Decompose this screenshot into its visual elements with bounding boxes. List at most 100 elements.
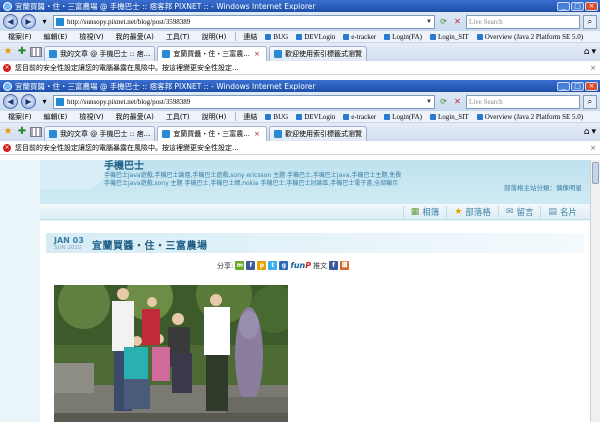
link-devlogin[interactable]: DEVLogin [292, 33, 339, 41]
maximize-button[interactable]: □ [571, 1, 584, 11]
twitter-icon[interactable]: t [268, 261, 278, 270]
menu-favorites[interactable]: 我的最愛(A) [110, 32, 160, 42]
minimize-button[interactable]: _ [557, 81, 570, 91]
link-icon [265, 33, 272, 40]
link-devlogin[interactable]: DEVLogin [292, 113, 339, 121]
security-infobar[interactable]: × 您目前的安全性設定讓您的電腦暴露在風險中。按這裡變更安全性設定... × [0, 141, 600, 155]
ie-logo-icon [3, 81, 12, 91]
tab-welcome[interactable]: 歡迎使用索引標籤式瀏覽 [268, 126, 367, 141]
add-favorite-icon[interactable]: ✚ [16, 45, 28, 59]
links-label[interactable]: 連結 [239, 32, 261, 42]
tab-sanfu-farm[interactable]: 宜蘭買醬・住・三富農... × [157, 126, 267, 141]
favorites-star-icon[interactable]: ★ [2, 125, 14, 139]
tab-favicon-icon [273, 130, 282, 138]
tab-welcome[interactable]: 歡迎使用索引標籤式瀏覽 [268, 46, 367, 61]
link-etracker[interactable]: e-tracker [339, 113, 380, 121]
link-java-overview[interactable]: Overview (Java 2 Platform SE 5.0) [473, 113, 587, 121]
maximize-button[interactable]: □ [571, 81, 584, 91]
share-icon-5[interactable]: g [279, 261, 289, 270]
guestbook-link[interactable]: ✉ 留言 [497, 205, 541, 218]
links-label[interactable]: 連結 [239, 112, 261, 122]
favorites-star-icon[interactable]: ★ [2, 45, 14, 59]
menu-separator [235, 32, 237, 41]
blog-title[interactable]: 手機巴士 [104, 160, 144, 172]
link-login-fa[interactable]: Login(FA) [380, 113, 426, 121]
link-login-sit[interactable]: Login_SIT [426, 33, 473, 41]
infobar-close-icon[interactable]: × [590, 144, 596, 152]
menu-tools[interactable]: 工具(T) [160, 32, 196, 42]
card-link[interactable]: ▤ 名片 [540, 205, 584, 218]
menu-edit[interactable]: 編輯(E) [38, 32, 74, 42]
menu-file[interactable]: 檔案(F) [2, 32, 38, 42]
back-arrow-icon[interactable]: ◀ [3, 14, 18, 29]
link-login-fa[interactable]: Login(FA) [380, 33, 426, 41]
address-field[interactable]: http://sunsopy.pixnet.net/blog/post/3598… [53, 94, 435, 109]
close-button[interactable]: × [585, 1, 598, 11]
infobar-close-icon[interactable]: × [590, 64, 596, 72]
dropdown-icon[interactable]: ▾ [39, 16, 50, 27]
minimize-button[interactable]: _ [557, 1, 570, 11]
quick-tabs-icon[interactable] [30, 47, 42, 57]
add-favorite-icon[interactable]: ✚ [16, 125, 28, 139]
refresh-icon[interactable]: ⟳ [438, 16, 449, 27]
menu-help[interactable]: 說明(H) [196, 112, 233, 122]
page-menu-icon[interactable]: ▾ [591, 47, 596, 57]
blog-action-bar: ▦ 相簿 ★ 部落格 ✉ 留言 ▤ 名片 [40, 204, 590, 220]
blog-category[interactable]: 部落格主站分類：偶像明星 [504, 182, 582, 192]
address-dropdown-icon[interactable]: ▼ [424, 99, 434, 105]
home-icon[interactable]: ⌂ [584, 47, 590, 57]
stop-icon[interactable]: ✕ [452, 96, 463, 107]
link-bug[interactable]: BUG [261, 113, 292, 121]
menu-favorites[interactable]: 我的最愛(A) [110, 112, 160, 122]
infobar-text[interactable]: 您目前的安全性設定讓您的電腦暴露在風險中。按這裡變更安全性設定... [15, 143, 239, 153]
address-field[interactable]: http://sunsopy.pixnet.net/blog/post/3598… [53, 14, 435, 29]
search-icon[interactable]: ⌕ [583, 94, 597, 109]
forward-arrow-icon[interactable]: ▶ [21, 94, 36, 109]
tab-my-articles[interactable]: 我的文章 @ 手機巴士 :: 痞... [44, 46, 156, 61]
refresh-icon[interactable]: ⟳ [438, 96, 449, 107]
share-icon-2[interactable]: f [246, 261, 256, 270]
tab-sanfu-farm[interactable]: 宜蘭買醬・住・三富農... × [157, 46, 267, 61]
page-scrollbar[interactable] [590, 160, 600, 422]
quick-tabs-icon[interactable] [30, 127, 42, 137]
funp-label[interactable]: 推文 [313, 261, 327, 271]
security-infobar[interactable]: × 您目前的安全性設定讓您的電腦暴露在風險中。按這裡變更安全性設定... × [0, 61, 600, 75]
album-link[interactable]: ▦ 相簿 [402, 205, 447, 218]
address-url[interactable]: http://sunsopy.pixnet.net/blog/post/3598… [67, 98, 424, 106]
infobar-text[interactable]: 您目前的安全性設定讓您的電腦暴露在風險中。按這裡變更安全性設定... [15, 63, 239, 73]
menu-tools[interactable]: 工具(T) [160, 112, 196, 122]
dropdown-icon[interactable]: ▾ [39, 96, 50, 107]
live-search-input[interactable]: Live Search [466, 14, 580, 29]
link-login-sit[interactable]: Login_SIT [426, 113, 473, 121]
link-icon [384, 33, 391, 40]
menu-help[interactable]: 說明(H) [196, 32, 233, 42]
funp-icon[interactable]: funP [290, 261, 311, 270]
facebook-icon[interactable]: f [329, 261, 339, 270]
address-url[interactable]: http://sunsopy.pixnet.net/blog/post/3598… [67, 18, 424, 26]
menu-view[interactable]: 檢視(V) [73, 32, 109, 42]
page-menu-icon[interactable]: ▾ [591, 127, 596, 137]
share-icon-1[interactable]: m [235, 261, 245, 270]
stop-icon[interactable]: ✕ [452, 16, 463, 27]
live-search-input[interactable]: Live Search [466, 94, 580, 109]
link-bug[interactable]: BUG [261, 33, 292, 41]
back-arrow-icon[interactable]: ◀ [3, 94, 18, 109]
search-icon[interactable]: ⌕ [583, 14, 597, 29]
scrollbar-thumb[interactable] [592, 162, 599, 184]
plurk-icon[interactable]: 讚 [340, 261, 350, 270]
close-button[interactable]: × [585, 81, 598, 91]
menu-file[interactable]: 檔案(F) [2, 112, 38, 122]
post-title[interactable]: 宜蘭買醬・住・三富農場 [92, 237, 208, 252]
home-icon[interactable]: ⌂ [584, 127, 590, 137]
link-etracker[interactable]: e-tracker [339, 33, 380, 41]
menu-edit[interactable]: 編輯(E) [38, 112, 74, 122]
link-java-overview[interactable]: Overview (Java 2 Platform SE 5.0) [473, 33, 587, 41]
close-tab-icon[interactable]: × [252, 130, 262, 138]
share-icon-3[interactable]: p [257, 261, 267, 270]
close-tab-icon[interactable]: × [252, 50, 262, 58]
menu-view[interactable]: 檢視(V) [73, 112, 109, 122]
forward-arrow-icon[interactable]: ▶ [21, 14, 36, 29]
blog-link[interactable]: ★ 部落格 [446, 205, 498, 218]
address-dropdown-icon[interactable]: ▼ [424, 19, 434, 25]
tab-my-articles[interactable]: 我的文章 @ 手機巴士 :: 痞... [44, 126, 156, 141]
